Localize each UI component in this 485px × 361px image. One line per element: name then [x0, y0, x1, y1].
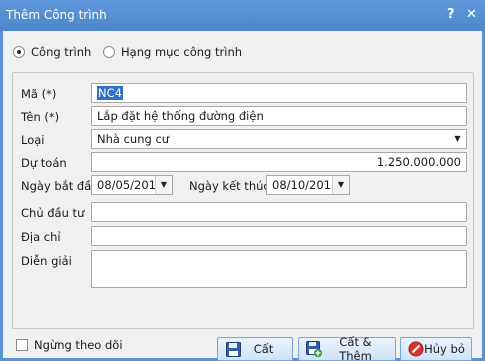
save-and-new-button-label: Cất & Thêm	[339, 335, 372, 361]
dialog-body: Công trình Hạng mục công trình Mã (*) NC…	[3, 31, 482, 361]
save-and-new-button[interactable]: Cất & Thêm	[298, 335, 396, 361]
title-bar[interactable]: Thêm Công trình ? ✕	[0, 0, 485, 31]
cancel-circle-icon	[408, 341, 424, 357]
radio-hang-muc-label: Hạng mục công trình	[121, 45, 243, 59]
type-select[interactable]: Nhà cung cư ▼	[91, 129, 467, 149]
code-label: Mã (*)	[21, 87, 57, 101]
estimate-value: 1.250.000.000	[376, 155, 461, 169]
code-field[interactable]: NC4	[91, 83, 467, 103]
start-date-label: Ngày bắt đầu	[21, 179, 99, 193]
end-date-value: 08/10/2015	[272, 178, 339, 192]
form-panel: Mã (*) NC4 Tên (*) Lắp đặt hệ thống đườn…	[12, 72, 474, 329]
description-field[interactable]	[91, 250, 467, 288]
dialog-window: Thêm Công trình ? ✕ Công trình Hạng mục …	[0, 0, 485, 361]
address-label: Địa chỉ	[21, 230, 61, 244]
radio-hang-muc[interactable]: Hạng mục công trình	[103, 44, 242, 60]
name-value: Lắp đặt hệ thống đường điện	[97, 109, 264, 123]
code-value: NC4	[97, 86, 123, 100]
estimate-field[interactable]: 1.250.000.000	[91, 152, 467, 172]
end-date-label: Ngày kết thúc	[189, 179, 270, 193]
save-button-label: Cất	[253, 342, 274, 356]
chevron-down-icon[interactable]: ▼	[449, 130, 466, 148]
window-title: Thêm Công trình	[6, 8, 107, 22]
chevron-down-icon[interactable]: ▼	[332, 176, 349, 194]
radio-cong-trinh[interactable]: Công trình	[13, 44, 91, 60]
radio-selected-icon[interactable]	[13, 46, 25, 58]
name-field[interactable]: Lắp đặt hệ thống đường điện	[91, 106, 467, 126]
address-field[interactable]	[91, 226, 467, 246]
help-button[interactable]: ?	[447, 7, 455, 22]
stop-tracking-label: Ngừng theo dõi	[34, 338, 123, 352]
cancel-button[interactable]: Hủy bỏ	[400, 337, 472, 361]
chevron-down-icon[interactable]: ▼	[155, 176, 172, 194]
cancel-button-label: Hủy bỏ	[424, 342, 465, 356]
floppy-disk-icon	[225, 341, 241, 357]
radio-cong-trinh-label: Công trình	[31, 45, 92, 59]
stop-tracking-checkbox[interactable]	[16, 339, 28, 351]
type-value: Nhà cung cư	[97, 132, 170, 146]
owner-label: Chủ đầu tư	[21, 206, 85, 220]
owner-field[interactable]	[91, 202, 467, 222]
save-button[interactable]: Cất	[217, 337, 293, 361]
radio-unselected-icon[interactable]	[103, 46, 115, 58]
estimate-label: Dự toán	[21, 156, 67, 170]
start-date-picker[interactable]: 08/05/2015 ▼	[91, 175, 173, 195]
start-date-value: 08/05/2015	[97, 178, 164, 192]
type-label: Loại	[21, 133, 45, 147]
close-button[interactable]: ✕	[466, 7, 477, 22]
name-label: Tên (*)	[21, 110, 60, 124]
description-label: Diễn giải	[21, 254, 72, 268]
end-date-picker[interactable]: 08/10/2015 ▼	[266, 175, 350, 195]
save-add-icon	[306, 341, 322, 357]
